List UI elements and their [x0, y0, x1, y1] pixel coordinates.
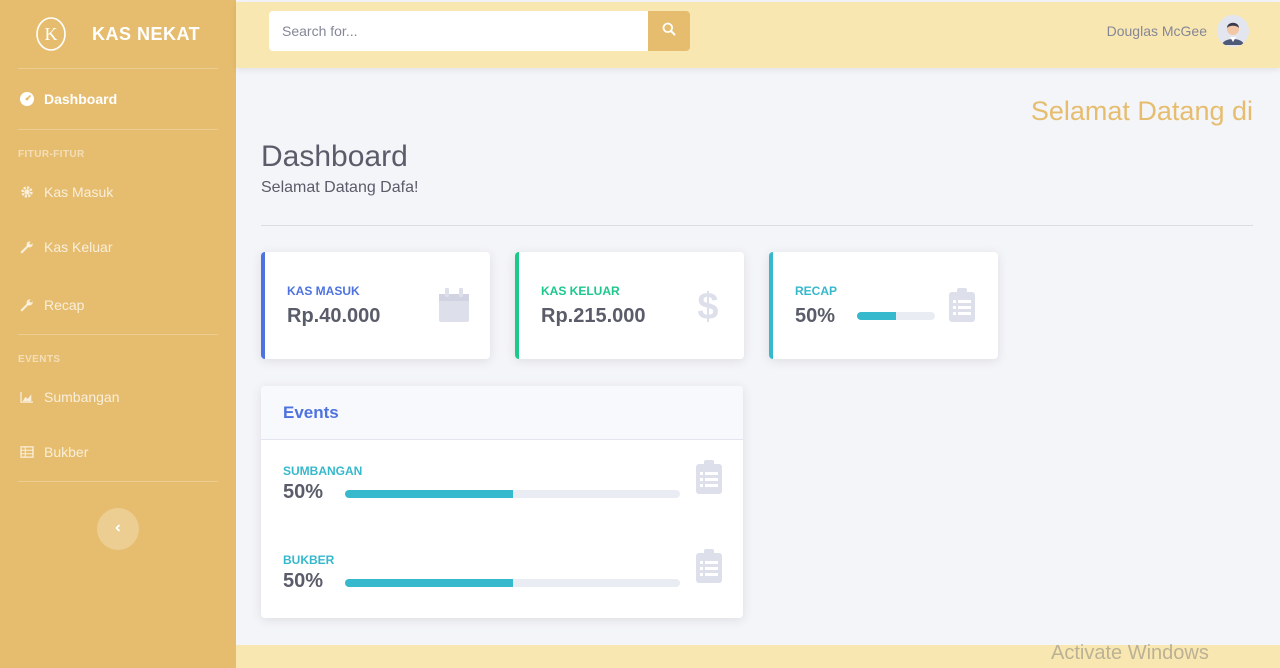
sidebar-toggle-button[interactable] [97, 508, 139, 550]
clipboard-icon [946, 286, 978, 324]
events-card: Events SUMBANGAN 50% BUKBER 50% [261, 386, 743, 618]
chevron-left-icon [113, 520, 123, 538]
progress-fill [345, 579, 513, 587]
area-chart-icon [18, 388, 36, 406]
card-value: Rp.215.000 [541, 305, 646, 327]
brand-name: KAS NEKAT [92, 23, 201, 44]
sidebar-heading-events: EVENTS [18, 353, 61, 365]
tachometer-icon [18, 90, 36, 108]
card-label: RECAP [795, 284, 838, 298]
sidebar: K KAS NEKAT Dashboard FITUR-FITUR Kas Ma… [0, 0, 236, 668]
table-icon [18, 443, 36, 461]
card-value: 50% [795, 305, 836, 327]
avatar [1217, 15, 1249, 47]
search-input[interactable] [269, 11, 648, 51]
card-label: KAS KELUAR [541, 284, 620, 298]
svg-text:K: K [45, 24, 58, 44]
event-label: SUMBANGAN [283, 464, 363, 478]
brand[interactable]: K KAS NEKAT [0, 0, 236, 68]
brand-logo-icon: K [34, 14, 68, 54]
sidebar-item-label: Kas Keluar [44, 239, 113, 255]
sidebar-divider [18, 481, 218, 482]
sidebar-item-label: Recap [44, 297, 85, 313]
page-subtitle: Selamat Datang Dafa! [261, 179, 419, 196]
search-icon [662, 22, 676, 41]
wrench-icon [18, 238, 36, 256]
page-title: Dashboard [261, 140, 408, 173]
gear-icon [18, 183, 36, 201]
event-progress-bar [345, 579, 680, 587]
sidebar-item-dashboard[interactable]: Dashboard [0, 69, 236, 129]
user-name: Douglas McGee [1106, 23, 1207, 39]
sidebar-heading-features: FITUR-FITUR [18, 148, 85, 160]
card-recap: RECAP 50% [769, 252, 998, 359]
clipboard-icon [696, 460, 724, 496]
progress-fill [345, 490, 513, 498]
event-percent: 50% [283, 481, 324, 503]
event-row-bukber: BUKBER 50% [283, 549, 723, 603]
sidebar-item-label: Sumbangan [44, 389, 120, 405]
sidebar-item-label: Bukber [44, 444, 89, 460]
sidebar-item-recap[interactable]: Recap [0, 276, 236, 334]
card-kas-masuk: KAS MASUK Rp.40.000 [261, 252, 490, 359]
sidebar-item-kas-keluar[interactable]: Kas Keluar [0, 218, 236, 276]
card-value: Rp.40.000 [287, 305, 381, 327]
card-kas-keluar: KAS KELUAR Rp.215.000 $ [515, 252, 744, 359]
sidebar-item-label: Dashboard [44, 91, 118, 107]
search-button[interactable] [648, 11, 690, 51]
event-label: BUKBER [283, 553, 335, 567]
events-card-title: Events [261, 386, 743, 440]
event-percent: 50% [283, 570, 324, 592]
welcome-banner: Selamat Datang di [1030, 96, 1253, 126]
sidebar-item-kas-masuk[interactable]: Kas Masuk [0, 166, 236, 218]
header-divider [261, 225, 1253, 226]
svg-text:$: $ [697, 286, 718, 324]
windows-watermark: Activate Windows [1051, 642, 1209, 664]
dollar-icon: $ [692, 286, 724, 324]
user-menu[interactable]: Douglas McGee [1107, 15, 1249, 47]
wrench-icon [18, 296, 36, 314]
sidebar-item-sumbangan[interactable]: Sumbangan [0, 371, 236, 423]
card-label: KAS MASUK [287, 284, 360, 298]
search-bar [269, 11, 690, 51]
event-row-sumbangan: SUMBANGAN 50% [283, 460, 723, 514]
calendar-icon [438, 286, 470, 324]
sidebar-item-label: Kas Masuk [44, 184, 114, 200]
recap-progress-bar [857, 312, 935, 320]
event-progress-bar [345, 490, 680, 498]
topbar: Douglas McGee [236, 2, 1280, 68]
progress-fill [857, 312, 896, 320]
clipboard-icon [696, 549, 724, 585]
sidebar-item-bukber[interactable]: Bukber [0, 423, 236, 481]
